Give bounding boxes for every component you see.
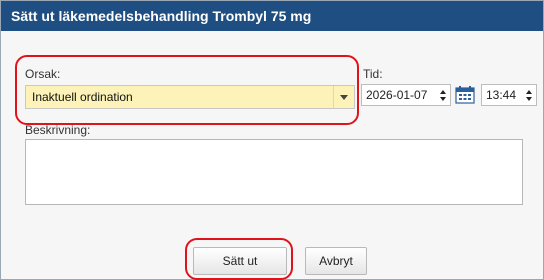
date-spinner-input[interactable]: 2026-01-07 [361, 84, 451, 106]
calendar-button[interactable] [453, 84, 477, 106]
spinner-arrows-icon[interactable] [440, 90, 447, 102]
annotation-highlight-reason [15, 55, 359, 125]
calendar-icon [455, 86, 475, 104]
time-label: Tid: [363, 67, 383, 81]
cancel-button[interactable]: Avbryt [305, 247, 367, 275]
time-spinner-input[interactable]: 13:44 [481, 84, 537, 106]
annotation-highlight-discontinue [185, 238, 293, 280]
spinner-down-icon[interactable] [526, 97, 532, 101]
spinner-up-icon[interactable] [440, 90, 446, 94]
date-value: 2026-01-07 [366, 88, 428, 102]
spinner-up-icon[interactable] [526, 90, 532, 94]
spinner-down-icon[interactable] [440, 97, 446, 101]
discontinue-medication-dialog: Sätt ut läkemedelsbehandling Trombyl 75 … [0, 0, 544, 280]
dialog-title: Sätt ut läkemedelsbehandling Trombyl 75 … [11, 8, 312, 24]
description-textarea[interactable] [25, 139, 523, 205]
spinner-arrows-icon[interactable] [526, 90, 533, 102]
dialog-titlebar: Sätt ut läkemedelsbehandling Trombyl 75 … [1, 1, 543, 31]
description-label: Beskrivning: [25, 123, 91, 137]
time-value: 13:44 [486, 88, 517, 102]
